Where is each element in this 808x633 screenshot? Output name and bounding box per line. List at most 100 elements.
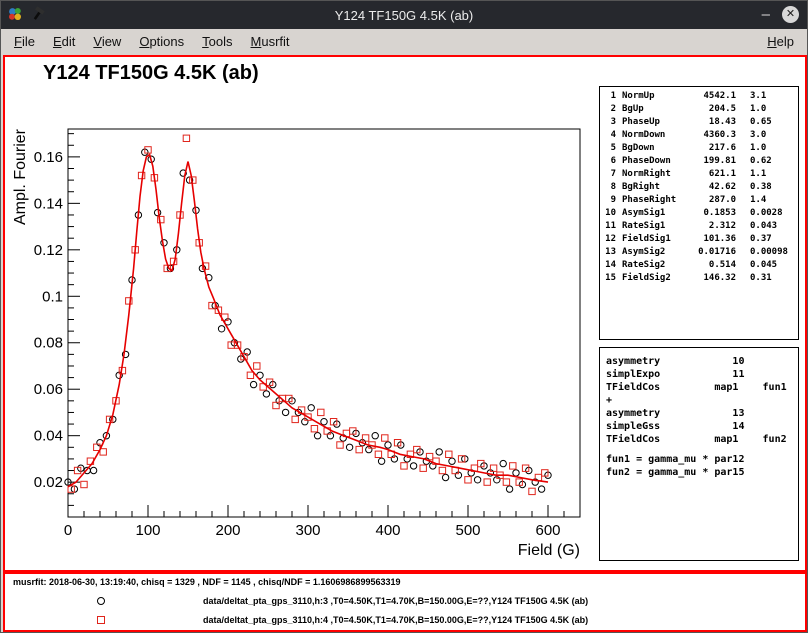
param-row: 6PhaseDown199.810.62 bbox=[604, 155, 794, 168]
param-val: 0.1853 bbox=[676, 207, 736, 220]
app-icon bbox=[7, 6, 23, 22]
plot-frame bbox=[68, 129, 580, 517]
param-err: 0.65 bbox=[750, 116, 794, 129]
plot-area[interactable]: 01002003004005006000.020.040.060.080.10.… bbox=[5, 57, 597, 570]
x-tick-label: 600 bbox=[535, 522, 560, 539]
param-val: 146.32 bbox=[676, 272, 736, 285]
titlebar: Y124 TF150G 4.5K (ab) – ✕ bbox=[1, 1, 807, 29]
param-row: 10AsymSig10.18530.0028 bbox=[604, 207, 794, 220]
menu-edit[interactable]: Edit bbox=[44, 31, 84, 52]
theory-line: fun1 = gamma_mu * par12 bbox=[606, 453, 792, 466]
param-err: 1.4 bbox=[750, 194, 794, 207]
param-err: 0.0028 bbox=[750, 207, 794, 220]
y-tick-label: 0.08 bbox=[34, 335, 63, 352]
param-err: 1.0 bbox=[750, 142, 794, 155]
param-no: 15 bbox=[604, 272, 616, 285]
param-name: RateSig2 bbox=[622, 259, 676, 272]
param-name: RateSig1 bbox=[622, 220, 676, 233]
param-name: BgRight bbox=[622, 181, 676, 194]
param-no: 3 bbox=[604, 116, 616, 129]
param-name: AsymSig1 bbox=[622, 207, 676, 220]
legend-marker-square-icon bbox=[97, 616, 105, 624]
theory-line: TFieldCos map1 fun1 bbox=[606, 381, 792, 394]
param-name: FieldSig1 bbox=[622, 233, 676, 246]
x-axis-title: Field (G) bbox=[518, 542, 580, 559]
param-no: 5 bbox=[604, 142, 616, 155]
legend-row: data/deltat_pta_gps_3110,h:4 ,T0=4.50K,T… bbox=[5, 614, 805, 628]
theory-line: + bbox=[606, 394, 792, 407]
param-val: 42.62 bbox=[676, 181, 736, 194]
param-name: BgDown bbox=[622, 142, 676, 155]
param-val: 217.6 bbox=[676, 142, 736, 155]
param-val: 101.36 bbox=[676, 233, 736, 246]
menu-view[interactable]: View bbox=[84, 31, 130, 52]
param-err: 3.1 bbox=[750, 90, 794, 103]
param-name: PhaseRight bbox=[622, 194, 676, 207]
param-err: 0.00098 bbox=[750, 246, 794, 259]
param-no: 1 bbox=[604, 90, 616, 103]
param-no: 6 bbox=[604, 155, 616, 168]
x-tick-label: 100 bbox=[135, 522, 160, 539]
param-err: 0.045 bbox=[750, 259, 794, 272]
y-tick-label: 0.16 bbox=[34, 149, 63, 166]
param-no: 9 bbox=[604, 194, 616, 207]
close-button[interactable]: ✕ bbox=[782, 6, 799, 23]
menubar: FileEditViewOptionsToolsMusrfit Help bbox=[1, 29, 807, 54]
y-axis-title: Ampl. Fourier bbox=[12, 128, 29, 225]
param-name: PhaseUp bbox=[622, 116, 676, 129]
y-tick-label: 0.04 bbox=[34, 428, 63, 445]
window-title: Y124 TF150G 4.5K (ab) bbox=[335, 8, 474, 23]
param-err: 0.043 bbox=[750, 220, 794, 233]
info-pad: musrfit: 2018-06-30, 13:19:40, chisq = 1… bbox=[3, 572, 807, 632]
param-row: 8BgRight42.620.38 bbox=[604, 181, 794, 194]
menu-tools[interactable]: Tools bbox=[193, 31, 241, 52]
x-tick-label: 300 bbox=[295, 522, 320, 539]
param-row: 13AsymSig20.017160.00098 bbox=[604, 246, 794, 259]
titlebar-icons bbox=[7, 6, 46, 22]
x-tick-label: 400 bbox=[375, 522, 400, 539]
param-name: NormUp bbox=[622, 90, 676, 103]
parameter-panel: 1NormUp4542.13.12BgUp204.51.03PhaseUp18.… bbox=[599, 86, 799, 340]
param-row: 1 NormUp4542.1 3.1 bbox=[604, 90, 794, 103]
menu-options[interactable]: Options bbox=[130, 31, 193, 52]
param-name: FieldSig2 bbox=[622, 272, 676, 285]
param-row: 12 FieldSig1101.36 0.37 bbox=[604, 233, 794, 246]
param-row: 15 FieldSig2146.32 0.31 bbox=[604, 272, 794, 285]
series-squares bbox=[68, 135, 548, 495]
theory-line: simplExpo 11 bbox=[606, 368, 792, 381]
param-row: 5 BgDown217.6 1.0 bbox=[604, 142, 794, 155]
y-tick-label: 0.1 bbox=[42, 288, 63, 305]
menu-musrfit[interactable]: Musrfit bbox=[242, 31, 299, 52]
theory-line: asymmetry 13 bbox=[606, 407, 792, 420]
x-tick-label: 200 bbox=[215, 522, 240, 539]
y-tick-label: 0.14 bbox=[34, 195, 63, 212]
minimize-button[interactable]: – bbox=[762, 6, 770, 23]
menu-help[interactable]: Help bbox=[758, 31, 803, 52]
theory-line: fun2 = gamma_mu * par15 bbox=[606, 466, 792, 479]
param-err: 0.37 bbox=[750, 233, 794, 246]
y-tick-label: 0.12 bbox=[34, 242, 63, 259]
param-err: 0.62 bbox=[750, 155, 794, 168]
param-val: 18.43 bbox=[676, 116, 736, 129]
param-row: 14RateSig20.5140.045 bbox=[604, 259, 794, 272]
root-canvas[interactable]: Y124 TF150G 4.5K (ab) 010020030040050060… bbox=[3, 55, 807, 572]
param-no: 11 bbox=[604, 220, 616, 233]
param-val: 621.1 bbox=[676, 168, 736, 181]
param-val: 287.0 bbox=[676, 194, 736, 207]
legend-marker-circle-icon bbox=[97, 597, 105, 605]
theory-line: TFieldCos map1 fun2 bbox=[606, 433, 792, 446]
menu-items-left: FileEditViewOptionsToolsMusrfit bbox=[5, 29, 299, 54]
param-no: 7 bbox=[604, 168, 616, 181]
param-val: 4542.1 bbox=[676, 90, 736, 103]
x-tick-label: 0 bbox=[64, 522, 72, 539]
param-val: 204.5 bbox=[676, 103, 736, 116]
param-row: 3 PhaseUp18.43 0.65 bbox=[604, 116, 794, 129]
theory-panel: asymmetry 10simplExpo 11TFieldCos map1 f… bbox=[599, 347, 799, 561]
menu-file[interactable]: File bbox=[5, 31, 44, 52]
theory-line: asymmetry 10 bbox=[606, 355, 792, 368]
param-no: 12 bbox=[604, 233, 616, 246]
fit-info-text: musrfit: 2018-06-30, 13:19:40, chisq = 1… bbox=[13, 577, 400, 587]
param-row: 4NormDown4360.33.0 bbox=[604, 129, 794, 142]
param-err: 0.31 bbox=[750, 272, 794, 285]
param-name: PhaseDown bbox=[622, 155, 676, 168]
